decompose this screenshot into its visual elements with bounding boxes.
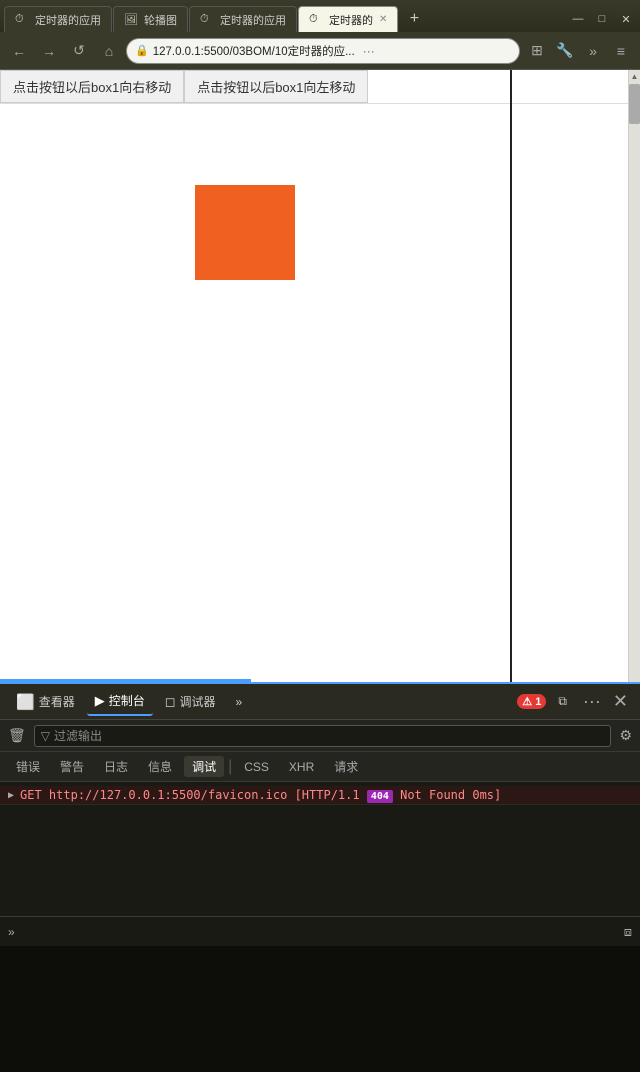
entry-message: GET http://127.0.0.1:5500/favicon.ico [H… <box>20 788 632 802</box>
nav-bar: ← → ↺ ⌂ 🔒 127.0.0.1:5500/03BOM/10定时器的应..… <box>0 32 640 70</box>
menu-button[interactable]: ≡ <box>608 38 634 64</box>
new-tab-button[interactable]: + <box>401 6 427 32</box>
forward-button[interactable]: → <box>36 38 62 64</box>
filter-log[interactable]: 日志 <box>96 756 136 777</box>
filter-requests[interactable]: 请求 <box>326 756 366 777</box>
inspector-label: 查看器 <box>39 693 75 710</box>
more-nav-button[interactable]: » <box>580 38 606 64</box>
console-chevron-icon: » <box>8 925 15 939</box>
move-left-button[interactable]: 点击按钮以后box1向左移动 <box>184 70 368 103</box>
nav-icons: ⊞ 🔧 » ≡ <box>524 38 634 64</box>
tab-favicon-4: ⏱ <box>309 13 323 27</box>
inspector-icon: ⬜ <box>16 693 35 711</box>
debugger-icon: ◻ <box>165 694 176 710</box>
back-button[interactable]: ← <box>6 38 32 64</box>
address-bar[interactable]: 🔒 127.0.0.1:5500/03BOM/10定时器的应... ··· <box>126 38 520 64</box>
orange-box <box>195 185 295 280</box>
devtools-more-tabs[interactable]: » <box>228 688 251 716</box>
page-content: 点击按钮以后box1向右移动 点击按钮以后box1向左移动 <box>0 70 628 682</box>
tab-label-1: 定时器的应用 <box>35 12 101 28</box>
error-icon: ⚠ <box>522 696 532 708</box>
tab-close-4[interactable]: ✕ <box>379 14 387 25</box>
filter-info[interactable]: 信息 <box>140 756 180 777</box>
bottom-dark-area <box>0 946 640 1072</box>
console-filter-toolbar: 🗑 ▽ 过滤输出 ⚙ <box>0 720 640 752</box>
tab-favicon-2: 🖼 <box>124 13 138 27</box>
error-count: 1 <box>535 696 541 708</box>
console-filter-input[interactable]: ▽ 过滤输出 <box>34 725 612 747</box>
devtools-toolbar: ⬜ 查看器 ▶ 控制台 ◻ 调试器 » ⚠ 1 ⧉ ··· ✕ <box>0 684 640 720</box>
tab-4-active[interactable]: ⏱ 定时器的 ✕ <box>298 6 398 32</box>
devtools-more-button[interactable]: ··· <box>579 691 605 712</box>
move-right-button[interactable]: 点击按钮以后box1向右移动 <box>0 70 184 103</box>
console-clear-button[interactable]: 🗑 <box>8 727 26 744</box>
maximize-button[interactable]: □ <box>592 10 612 28</box>
progress-bar <box>0 679 251 682</box>
split-doc-icon[interactable]: ⧈ <box>624 924 632 940</box>
filter-debug[interactable]: 调试 <box>184 756 224 777</box>
filter-css[interactable]: CSS <box>236 758 277 776</box>
devtools-panel: ⬜ 查看器 ▶ 控制台 ◻ 调试器 » ⚠ 1 ⧉ ··· ✕ 🗑 <box>0 682 640 1072</box>
address-more-button[interactable]: ··· <box>363 44 375 58</box>
console-entry-1: ▶ GET http://127.0.0.1:5500/favicon.ico … <box>0 786 640 805</box>
extensions-button[interactable]: ⊞ <box>524 38 550 64</box>
browser-window: ⏱ 定时器的应用 🖼 轮播图 ⏱ 定时器的应用 ⏱ 定时器的 ✕ + — □ ✕… <box>0 0 640 1072</box>
log-level-filters: 错误 警告 日志 信息 调试 | CSS XHR 请求 <box>0 752 640 782</box>
close-window-button[interactable]: ✕ <box>616 10 636 28</box>
tab-1[interactable]: ⏱ 定时器的应用 <box>4 6 112 32</box>
content-area: 点击按钮以后box1向右移动 点击按钮以后box1向左移动 ▲ <box>0 70 640 682</box>
error-count-badge: ⚠ 1 <box>517 694 546 709</box>
tab-3[interactable]: ⏱ 定时器的应用 <box>189 6 297 32</box>
vertical-divider <box>510 70 512 682</box>
tab-favicon-1: ⏱ <box>15 13 29 27</box>
devtools-tab-inspector[interactable]: ⬜ 查看器 <box>8 688 83 716</box>
filter-icon: ▽ <box>41 729 50 743</box>
console-label: 控制台 <box>109 692 145 709</box>
entry-expand-arrow[interactable]: ▶ <box>8 790 14 801</box>
window-controls: — □ ✕ <box>568 10 636 32</box>
home-button[interactable]: ⌂ <box>96 38 122 64</box>
scrollbar-up[interactable]: ▲ <box>629 70 640 82</box>
filter-errors[interactable]: 错误 <box>8 756 48 777</box>
tab-label-4: 定时器的 <box>329 12 373 28</box>
tab-label-3: 定时器的应用 <box>220 12 286 28</box>
devtools-tab-debugger[interactable]: ◻ 调试器 <box>157 688 224 716</box>
settings-button[interactable]: 🔧 <box>552 38 578 64</box>
page-buttons: 点击按钮以后box1向右移动 点击按钮以后box1向左移动 <box>0 70 628 104</box>
devtools-close-button[interactable]: ✕ <box>609 691 632 712</box>
tab-label-2: 轮播图 <box>144 12 177 28</box>
console-input-row[interactable]: » ⧈ <box>0 916 640 946</box>
filter-placeholder: 过滤输出 <box>54 727 102 744</box>
console-output: ▶ GET http://127.0.0.1:5500/favicon.ico … <box>0 782 640 916</box>
tab-favicon-3: ⏱ <box>200 13 214 27</box>
console-settings-button[interactable]: ⚙ <box>619 727 632 744</box>
lock-icon: 🔒 <box>135 44 149 57</box>
url-text: 127.0.0.1:5500/03BOM/10定时器的应... <box>153 43 355 59</box>
entry-rest: Not Found 0ms] <box>393 788 501 802</box>
debugger-label: 调试器 <box>180 693 216 710</box>
filter-warnings[interactable]: 警告 <box>52 756 92 777</box>
console-icon: ▶ <box>95 693 105 709</box>
refresh-button[interactable]: ↺ <box>66 38 92 64</box>
tab-2[interactable]: 🖼 轮播图 <box>113 6 188 32</box>
scrollbar-thumb[interactable] <box>629 84 640 124</box>
filter-xhr[interactable]: XHR <box>281 758 322 776</box>
entry-text: GET http://127.0.0.1:5500/favicon.ico [H… <box>20 788 367 802</box>
tab-bar: ⏱ 定时器的应用 🖼 轮播图 ⏱ 定时器的应用 ⏱ 定时器的 ✕ + — □ ✕ <box>0 0 640 32</box>
http-status-badge: 404 <box>367 790 393 803</box>
devtools-tab-console[interactable]: ▶ 控制台 <box>87 688 153 716</box>
filter-separator: | <box>228 758 232 776</box>
scrollbar-vertical[interactable]: ▲ <box>628 70 640 682</box>
minimize-button[interactable]: — <box>568 10 588 28</box>
split-view-button[interactable]: ⧉ <box>550 688 575 716</box>
